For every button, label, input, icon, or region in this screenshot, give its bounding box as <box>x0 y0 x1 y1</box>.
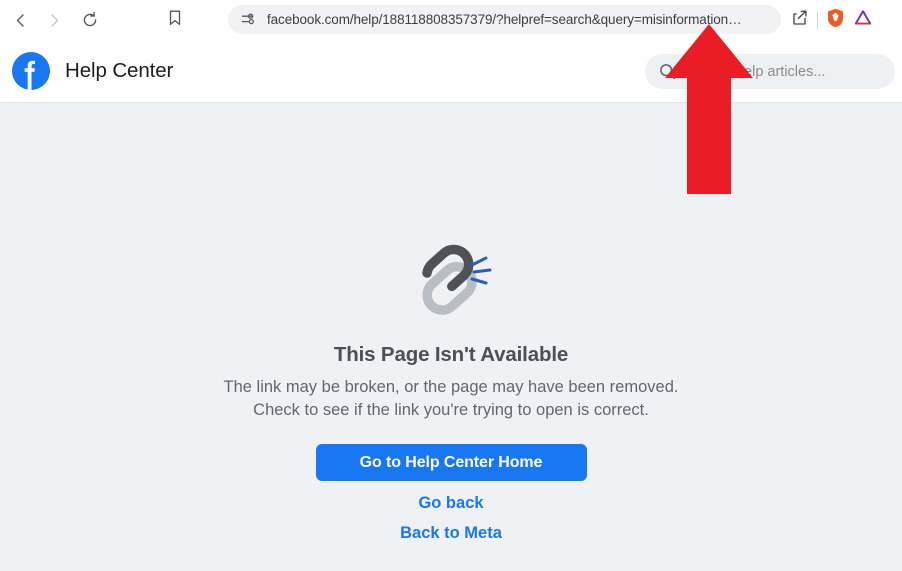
error-description: The link may be broken, or the page may … <box>0 376 902 422</box>
browser-window: facebook.com/help/188118808357379/?helpr… <box>0 0 902 571</box>
share-button[interactable] <box>786 6 814 34</box>
browser-toolbar: facebook.com/help/188118808357379/?helpr… <box>0 0 902 40</box>
help-search-field[interactable]: Search help articles... <box>645 54 895 89</box>
error-title: This Page Isn't Available <box>333 343 569 366</box>
address-bar[interactable]: facebook.com/help/188118808357379/?helpr… <box>228 5 781 34</box>
go-to-help-center-home-button[interactable]: Go to Help Center Home <box>315 444 587 481</box>
search-icon <box>659 63 676 80</box>
error-description-line-2: Check to see if the link you're trying t… <box>253 401 649 419</box>
go-back-link[interactable]: Go back <box>0 494 902 513</box>
page-content: This Page Isn't Available The link may b… <box>0 104 902 571</box>
toolbar-right-group <box>786 5 877 35</box>
error-block: This Page Isn't Available The link may b… <box>0 104 902 543</box>
extension-button[interactable] <box>849 6 877 34</box>
bookmark-button[interactable] <box>160 5 190 35</box>
site-permissions-icon[interactable] <box>238 10 258 30</box>
error-description-line-1: The link may be broken, or the page may … <box>223 378 679 396</box>
brave-shields-button[interactable] <box>821 6 849 34</box>
back-button[interactable] <box>5 5 35 35</box>
chevron-left-icon <box>12 12 29 29</box>
help-center-header: Help Center Search help articles... <box>0 40 902 103</box>
brave-shield-icon <box>826 8 845 33</box>
bookmark-icon <box>167 9 183 32</box>
back-to-meta-link[interactable]: Back to Meta <box>0 524 902 543</box>
reload-icon <box>81 11 99 29</box>
share-icon <box>791 9 809 32</box>
triangle-extension-icon <box>853 8 873 33</box>
facebook-logo-icon <box>11 51 51 91</box>
address-bar-url: facebook.com/help/188118808357379/?helpr… <box>267 12 742 27</box>
toolbar-divider <box>817 11 818 29</box>
help-center-brand[interactable]: Help Center <box>11 40 173 102</box>
help-search-placeholder: Search help articles... <box>686 63 826 80</box>
forward-button[interactable] <box>39 5 69 35</box>
chevron-right-icon <box>46 12 63 29</box>
help-center-title: Help Center <box>65 59 174 82</box>
broken-link-icon <box>396 225 506 325</box>
reload-button[interactable] <box>75 5 105 35</box>
